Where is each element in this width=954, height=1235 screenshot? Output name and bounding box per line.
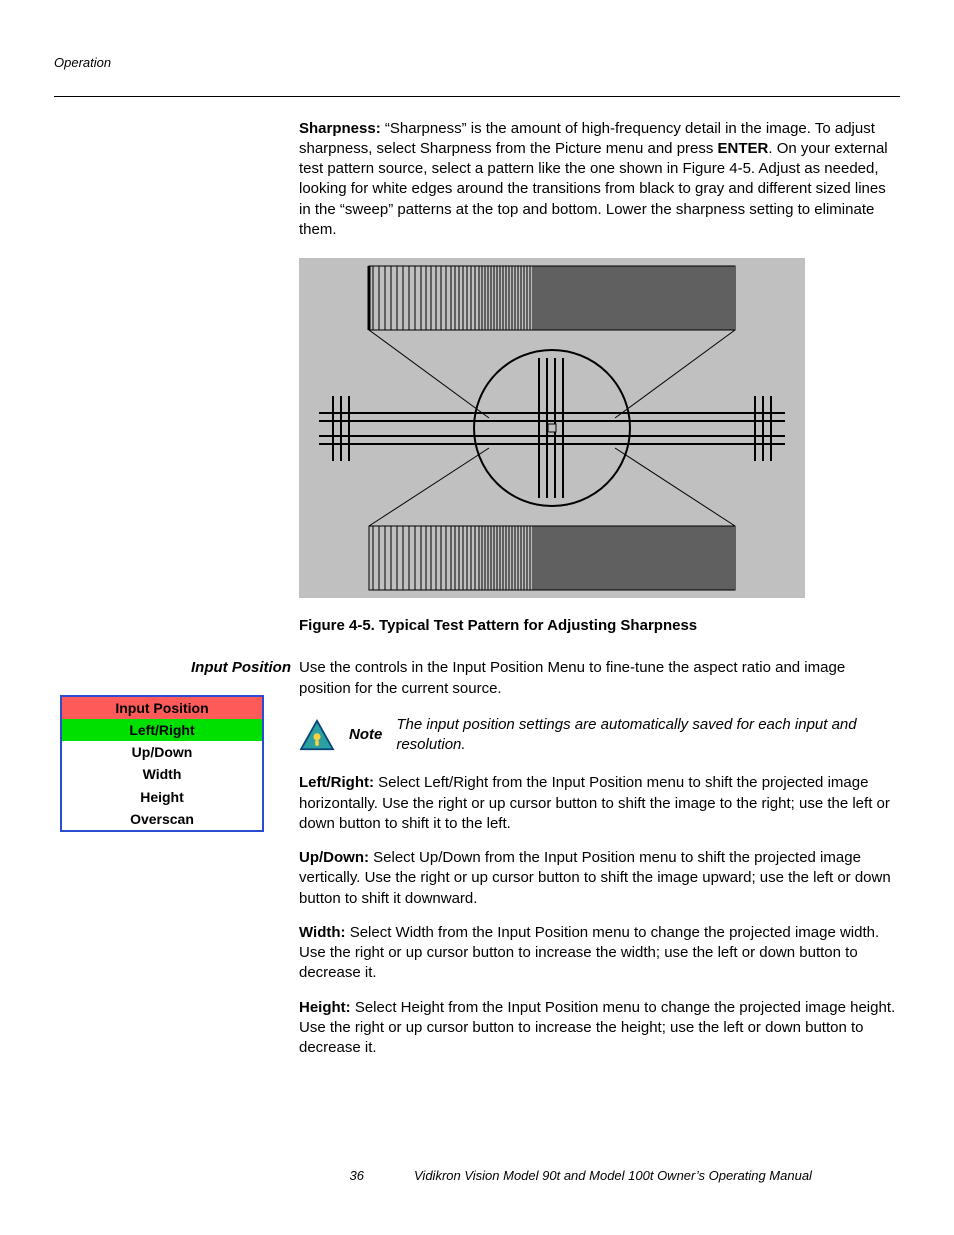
row-input-position: Input Position Input Position Left/Right…: [54, 658, 900, 1072]
test-pattern-icon: [299, 258, 805, 598]
menu-item-overscan: Overscan: [62, 808, 262, 830]
text-up-down: Select Up/Down from the Input Position m…: [299, 849, 891, 907]
label-enter: ENTER: [718, 140, 769, 157]
note-text: The input position settings are automati…: [396, 715, 900, 756]
header-rule: [54, 96, 900, 97]
note-row: Note The input position settings are aut…: [299, 715, 900, 756]
figure-test-pattern: [299, 258, 805, 598]
running-header: Operation: [54, 54, 900, 72]
text-left-right: Select Left/Right from the Input Positio…: [299, 774, 890, 832]
para-sharpness: Sharpness: “Sharpness” is the amount of …: [299, 119, 900, 241]
row-sharpness: Sharpness: “Sharpness” is the amount of …: [54, 119, 900, 659]
doc-title: Vidikron Vision Model 90t and Model 100t…: [414, 1167, 900, 1185]
text-width: Select Width from the Input Position men…: [299, 924, 879, 982]
label-height: Height:: [299, 999, 355, 1016]
label-sharpness: Sharpness:: [299, 120, 385, 137]
main-input-position: Use the controls in the Input Position M…: [299, 658, 900, 1072]
warning-triangle-icon: [299, 719, 335, 751]
menu-input-position: Input Position Left/Right Up/Down Width …: [60, 695, 264, 833]
label-up-down: Up/Down:: [299, 849, 373, 866]
para-width: Width: Select Width from the Input Posit…: [299, 923, 900, 984]
menu-title: Input Position: [62, 697, 262, 719]
para-height: Height: Select Height from the Input Pos…: [299, 998, 900, 1059]
para-up-down: Up/Down: Select Up/Down from the Input P…: [299, 848, 900, 909]
menu-item-width: Width: [62, 763, 262, 785]
label-width: Width:: [299, 924, 350, 941]
menu-item-up-down: Up/Down: [62, 741, 262, 763]
menu-item-left-right: Left/Right: [62, 719, 262, 741]
text-height: Select Height from the Input Position me…: [299, 999, 895, 1057]
main-sharpness: Sharpness: “Sharpness” is the amount of …: [299, 119, 900, 659]
figure-caption: Figure 4-5. Typical Test Pattern for Adj…: [299, 616, 900, 636]
page-footer: 36 Vidikron Vision Model 90t and Model 1…: [54, 1167, 900, 1185]
label-left-right: Left/Right:: [299, 774, 378, 791]
side-input-position: Input Position Input Position Left/Right…: [54, 658, 299, 832]
side-heading-input-position: Input Position: [54, 658, 291, 678]
document-page: Operation Sharpness: “Sharpness” is the …: [0, 0, 954, 1235]
para-left-right: Left/Right: Select Left/Right from the I…: [299, 773, 900, 834]
note-label: Note: [349, 725, 382, 745]
menu-item-height: Height: [62, 786, 262, 808]
page-number: 36: [54, 1167, 414, 1185]
para-intro: Use the controls in the Input Position M…: [299, 658, 900, 699]
